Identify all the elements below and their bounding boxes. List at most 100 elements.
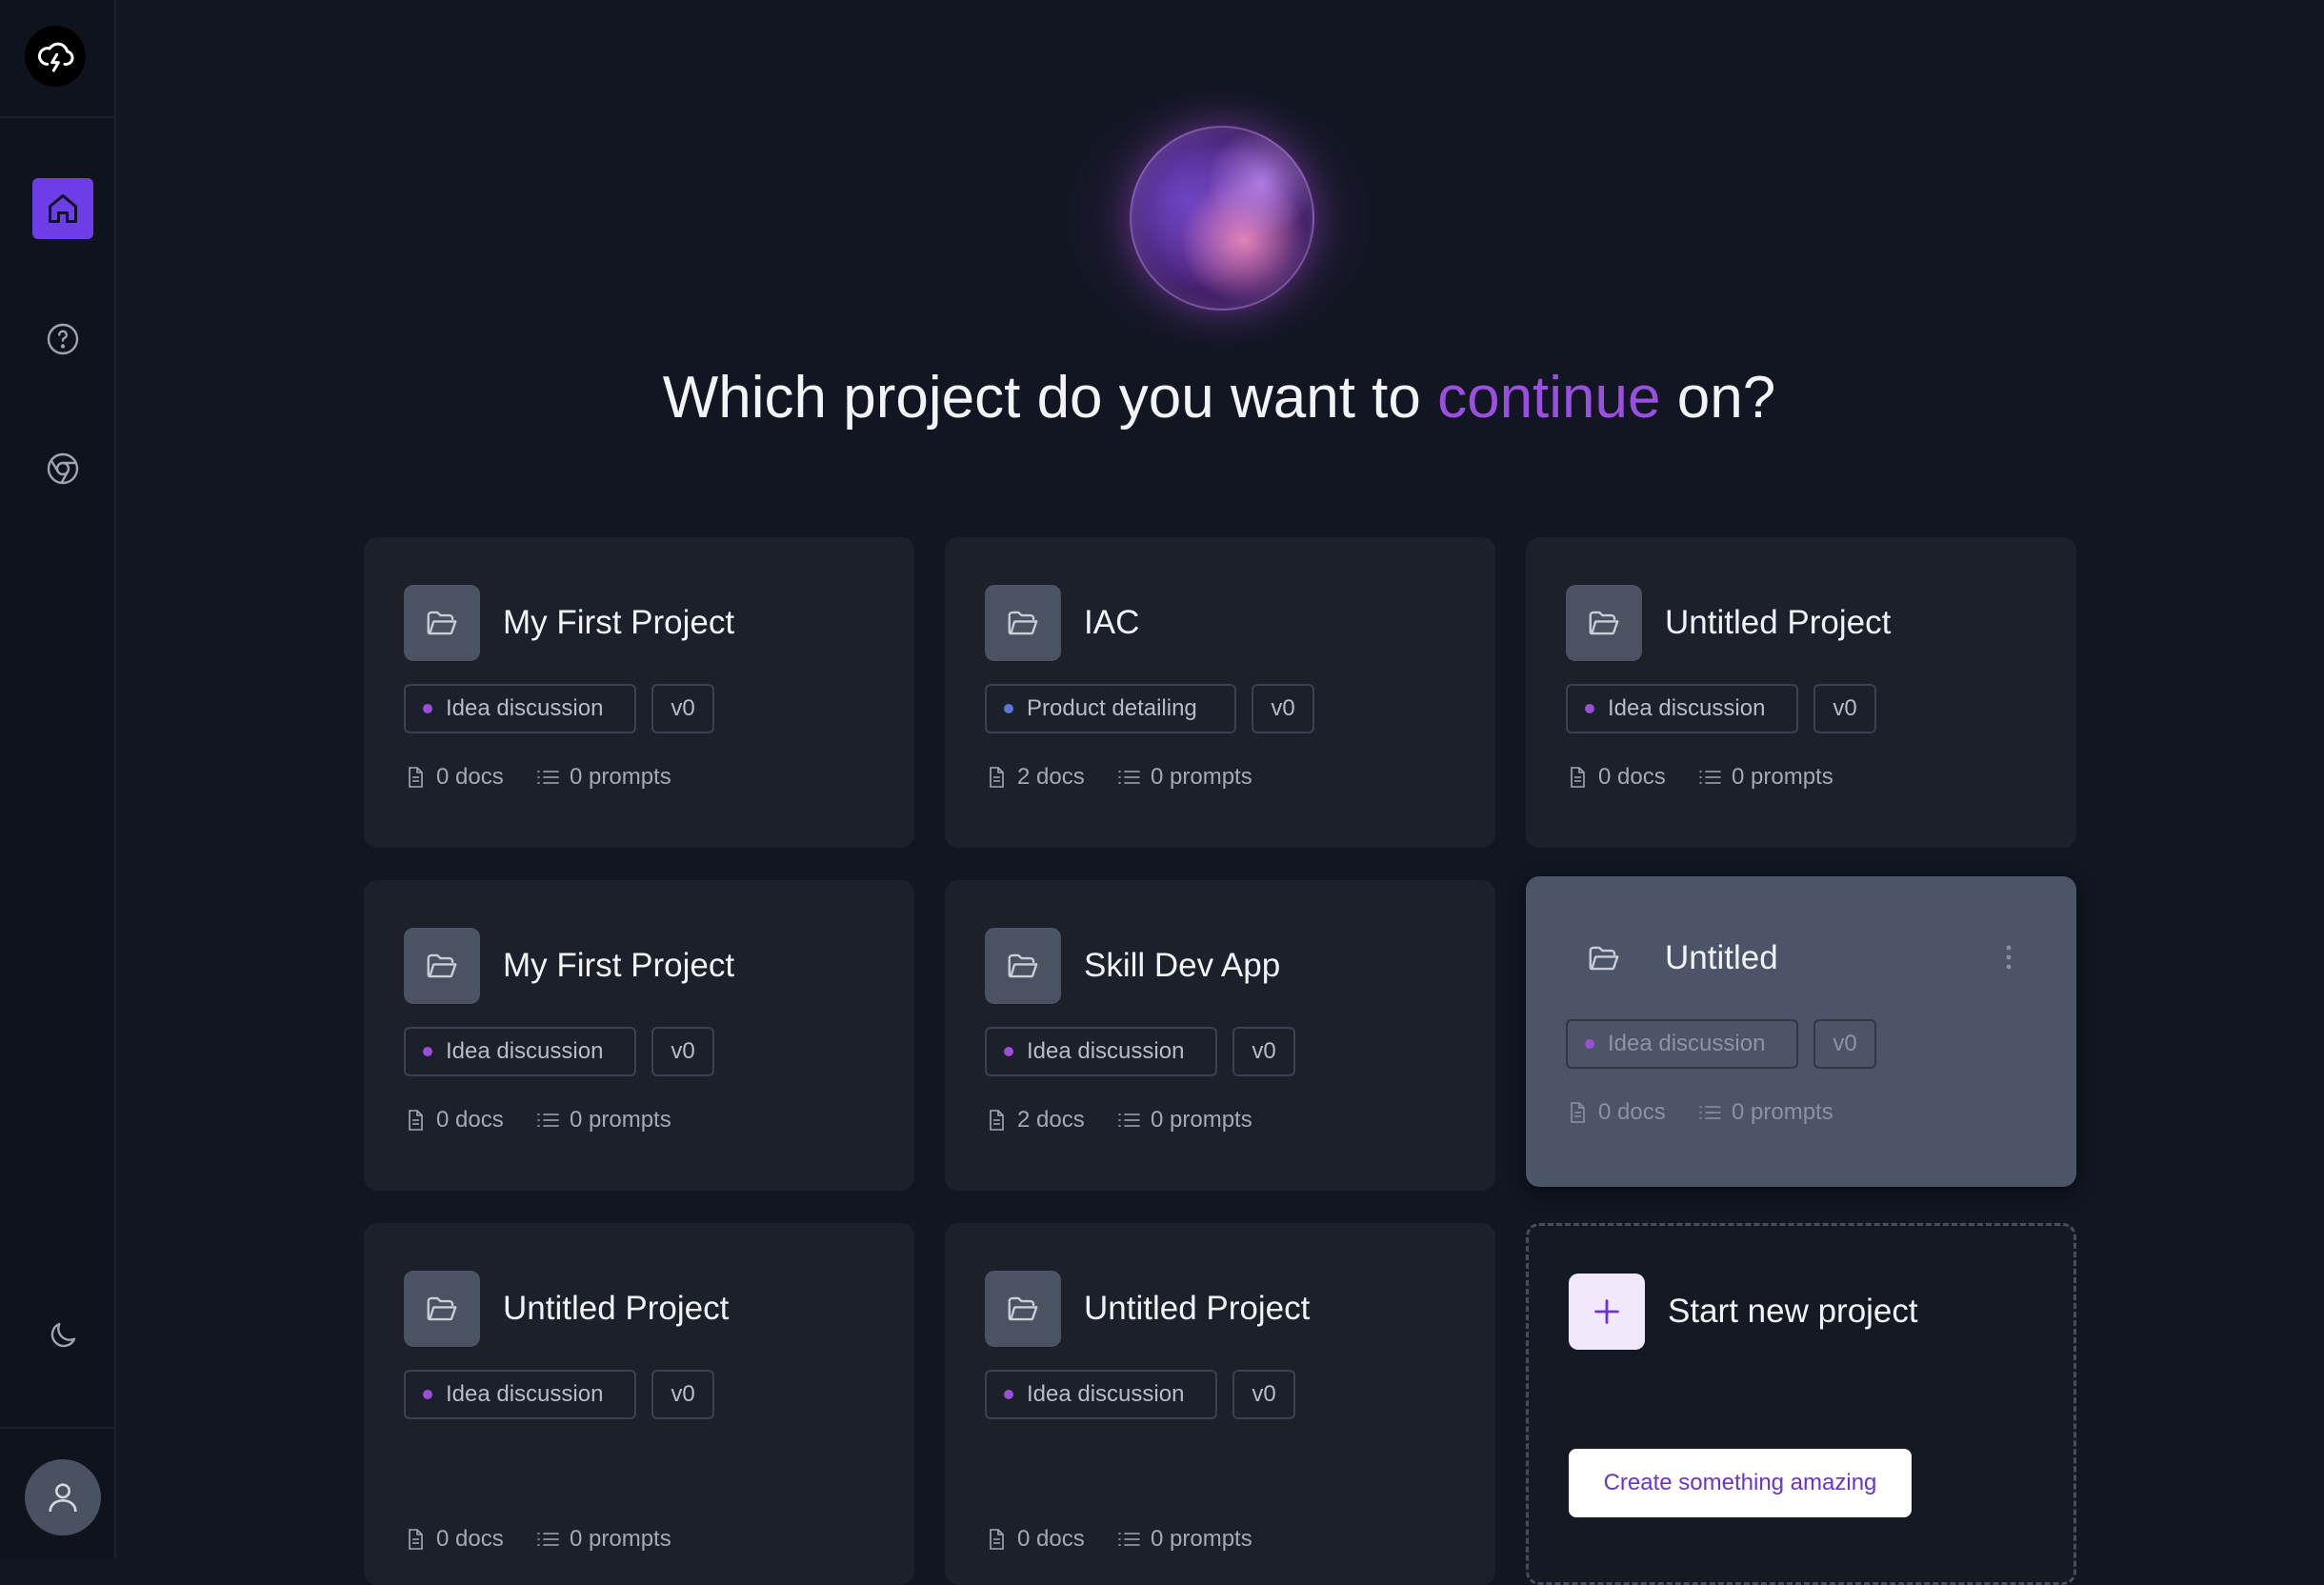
folder-icon [427,1296,457,1321]
prompts-count: 0 prompts [535,764,671,791]
project-title: Untitled Project [1084,1290,1311,1327]
version-label: v0 [1271,695,1295,721]
theme-toggle-button[interactable] [32,1305,93,1366]
title-prefix: Which project do you want to [662,365,1421,431]
project-card[interactable]: Untitled Project Idea discussion v0 0 docs 0… [364,1223,914,1585]
stage-label: Product detailing [1027,695,1197,721]
project-folder [1566,585,1642,661]
project-card[interactable]: My First Project Idea discussion v0 0 docs 0… [364,537,914,848]
version-badge: v0 [651,1027,714,1076]
sidebar-divider [0,116,114,118]
stage-badge: Idea discussion [404,1370,636,1419]
version-badge: v0 [1252,684,1314,733]
page-title: Which project do you want to continue on… [114,364,2324,431]
list-icon [537,771,559,784]
user-avatar[interactable] [25,1459,101,1535]
prompts-label: 0 prompts [1732,1099,1833,1125]
prompts-count: 0 prompts [1116,1526,1252,1553]
version-badge: v0 [1232,1027,1295,1076]
create-project-button[interactable]: Create something amazing [1569,1449,1912,1517]
docs-count: 0 docs [404,1526,504,1553]
folder-icon [1008,1296,1038,1321]
docs-label: 2 docs [1017,1107,1085,1133]
project-folder [1566,920,1642,996]
add-project-button[interactable] [1569,1274,1645,1350]
docs-label: 0 docs [436,1526,504,1552]
new-project-title: Start new project [1668,1293,1918,1330]
version-label: v0 [671,1381,695,1407]
help-circle-icon [47,323,79,355]
document-icon [409,1529,423,1550]
stage-dot [423,1390,432,1399]
more-options-icon[interactable] [2006,945,2012,970]
project-title: Untitled Project [1665,604,1892,641]
docs-count: 0 docs [404,1107,504,1134]
stage-dot [1004,704,1013,713]
list-icon [1699,1106,1721,1119]
stage-badge: Idea discussion [404,684,636,733]
document-icon [409,1110,423,1131]
sidebar-item-help[interactable] [32,309,93,370]
version-label: v0 [1252,1381,1276,1407]
folder-icon [1008,611,1038,635]
stage-badge: Idea discussion [1566,1019,1798,1069]
version-label: v0 [671,695,695,721]
project-card[interactable]: Untitled Project Idea discussion v0 0 docs 0… [945,1223,1495,1585]
user-avatar-icon [49,1483,77,1513]
prompts-label: 0 prompts [570,1526,671,1552]
project-card[interactable]: Untitled Idea discussion v0 0 docs 0 prompts [1526,876,2076,1187]
version-badge: v0 [1813,684,1876,733]
project-card[interactable]: IAC Product detailing v0 2 docs 0 prompts [945,537,1495,848]
stage-label: Idea discussion [1608,695,1766,721]
docs-count: 0 docs [1566,1099,1666,1126]
plus-icon [1594,1299,1619,1324]
stage-label: Idea discussion [1027,1038,1185,1064]
project-card[interactable]: Untitled Project Idea discussion v0 0 docs 0… [1526,537,2076,848]
assistant-orb [1130,126,1314,311]
sidebar-divider-bottom [0,1427,114,1429]
sidebar [0,0,116,1558]
project-title: My First Project [503,604,735,641]
stage-dot [423,1047,432,1056]
document-icon [990,1529,1004,1550]
moon-icon [50,1322,76,1348]
stage-label: Idea discussion [446,695,604,721]
docs-count: 2 docs [985,764,1085,791]
project-card[interactable]: Skill Dev App Idea discussion v0 2 docs 0 pr… [945,880,1495,1191]
folder-icon [427,953,457,978]
docs-count: 0 docs [404,764,504,791]
stage-badge: Idea discussion [404,1027,636,1076]
docs-label: 2 docs [1017,764,1085,790]
cloud-lightning-icon [38,42,74,72]
prompts-count: 0 prompts [1116,764,1252,791]
folder-icon [427,611,457,635]
chrome-icon [47,452,79,485]
docs-count: 0 docs [985,1526,1085,1553]
prompts-count: 0 prompts [1116,1107,1252,1134]
prompts-label: 0 prompts [1151,1107,1252,1133]
sidebar-item-browser[interactable] [32,438,93,499]
sidebar-item-home[interactable] [32,178,93,239]
document-icon [1571,1102,1585,1123]
stage-dot [1585,704,1594,713]
project-folder [985,1271,1061,1347]
project-title: Untitled Project [503,1290,730,1327]
prompts-label: 0 prompts [1151,764,1252,790]
stage-label: Idea discussion [1027,1381,1185,1407]
list-icon [1699,771,1721,784]
prompts-count: 0 prompts [535,1107,671,1134]
stage-badge: Idea discussion [1566,684,1798,733]
project-title: IAC [1084,604,1140,641]
title-suffix: on? [1676,365,1776,431]
docs-label: 0 docs [436,764,504,790]
app-logo[interactable] [25,26,86,87]
list-icon [1118,771,1140,784]
folder-icon [1589,946,1619,971]
project-card[interactable]: My First Project Idea discussion v0 0 docs 0… [364,880,914,1191]
new-project-card[interactable]: Start new project Create something amazi… [1526,1223,2076,1585]
version-label: v0 [1252,1038,1276,1064]
stage-label: Idea discussion [1608,1031,1766,1056]
document-icon [409,767,423,788]
docs-label: 0 docs [1598,1099,1666,1125]
stage-badge: Idea discussion [985,1027,1217,1076]
